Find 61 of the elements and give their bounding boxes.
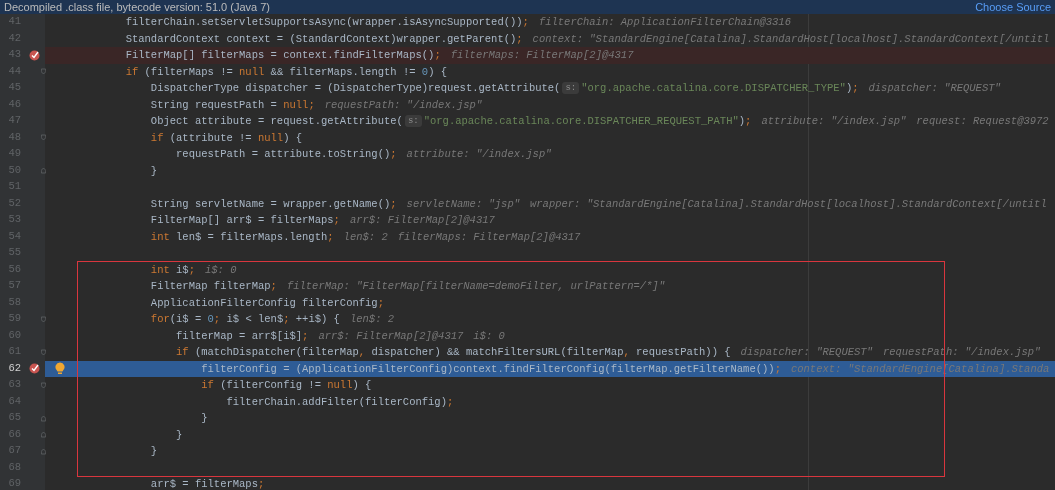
fold-icon[interactable] <box>41 166 46 176</box>
fold-icon[interactable] <box>41 380 46 390</box>
code-text: StandardContext context = (StandardContext)wrapper.getParent(); <box>125 32 523 45</box>
line-number: 62 <box>7 360 22 376</box>
code-text: } <box>176 428 183 441</box>
code-text: "org.apache.catalina.core.DISPATCHER_REQUEST_PATH"); <box>423 115 752 128</box>
choose-source-link[interactable]: Choose Source <box>975 1 1051 14</box>
code-text: int i$; <box>150 263 195 276</box>
debug-value: len$: 2 <box>349 313 395 326</box>
code-text: if (filterMaps != null && filterMaps.length != 0) { <box>125 65 448 78</box>
code-text: } <box>150 164 158 177</box>
debug-value: filterMaps: FilterMap[2]@4317 <box>397 230 581 243</box>
debug-value: request: Request@3972 <box>916 115 1049 128</box>
debug-value: dispatcher: "REQUEST" <box>868 82 1001 95</box>
debug-value: filterChain: ApplicationFilterChain@3316 <box>538 16 791 29</box>
code-text: FilterMap filterMap; <box>150 280 277 293</box>
debug-value: arr$: FilterMap[2]@4317 <box>318 329 464 342</box>
code-text: filterMap = arr$[i$]; <box>176 329 309 342</box>
debug-value: arr$: FilterMap[2]@4317 <box>349 214 495 227</box>
parameter-hint: s: <box>404 115 422 128</box>
code-text: arr$ = filterMaps; <box>150 478 265 490</box>
lightbulb-icon[interactable] <box>55 361 65 375</box>
fold-icon[interactable] <box>41 314 46 324</box>
code-text: String requestPath = null; <box>150 98 315 111</box>
code-text: if (matchDispatcher(filterMap, dispatcher) && matchFiltersURL(filterMap, requestPath)) { <box>176 346 731 359</box>
fold-icon[interactable] <box>41 67 46 77</box>
banner-message: Decompiled .class file, bytecode version: 51.0 (Java 7) <box>4 1 270 14</box>
debug-value: servletName: "jsp" <box>406 197 520 210</box>
debug-value: dispatcher: "REQUEST" <box>740 346 873 359</box>
code-text: filterConfig = (ApplicationFilterConfig)context.findFilterConfig(filterMap.getFilterName()); <box>201 362 781 375</box>
code-text: String servletName = wrapper.getName(); <box>150 197 397 210</box>
code-text: DispatcherType dispatcher = (DispatcherType)request.getAttribute( <box>150 82 561 95</box>
debug-value: wrapper: "StandardEngine[Catalina].StandardHost[localhost].StandardContext[/untitl <box>530 197 1047 210</box>
debug-value: attribute: "/index.jsp" <box>406 148 552 161</box>
breakpoint-icon[interactable] <box>29 49 40 61</box>
debug-value: i$: 0 <box>204 263 237 276</box>
debug-value: context: "StandardEngine[Catalina].StandardHost[localhost].StandardContext[/untitl <box>532 32 1050 45</box>
code-text: FilterMap[] arr$ = filterMaps; <box>150 214 340 227</box>
code-text: requestPath = attribute.toString(); <box>176 148 397 161</box>
debug-value: filterMaps: FilterMap[2]@4317 <box>450 49 634 62</box>
code-text: Object attribute = request.getAttribute( <box>150 115 403 128</box>
breakpoint-icon[interactable] <box>29 363 40 375</box>
parameter-hint: s: <box>562 82 580 95</box>
code-text: filterChain.addFilter(filterConfig); <box>226 395 454 408</box>
fold-icon[interactable] <box>41 347 46 357</box>
code-text: } <box>201 412 208 425</box>
debug-value: attribute: "/index.jsp" <box>761 115 907 128</box>
code-text: ApplicationFilterConfig filterConfig; <box>150 296 384 309</box>
debug-value: filterMap: "FilterMap[filterName=demoFilter, urlPattern=/*]" <box>286 280 665 293</box>
code-text: if (attribute != null) { <box>150 131 303 144</box>
code-text: int len$ = filterMaps.length; <box>150 230 334 243</box>
code-text: for(i$ = 0; i$ < len$; ++i$) { <box>150 313 340 326</box>
debug-value: requestPath: "/index.jsp" <box>324 98 483 111</box>
code-text: filterChain.setServletSupportsAsync(wrapper.isAsyncSupported()); <box>125 16 529 29</box>
code-text: if (filterConfig != null) { <box>201 379 372 392</box>
code-text: "org.apache.catalina.core.DISPATCHER_TYPE"); <box>581 82 859 95</box>
code-text: FilterMap[] filterMaps = context.findFilterMaps(); <box>125 49 441 62</box>
debug-value: len$: 2 <box>343 230 388 243</box>
code-text: } <box>150 445 158 458</box>
fold-icon[interactable] <box>41 133 46 143</box>
debug-value: i$: 0 <box>473 329 505 342</box>
